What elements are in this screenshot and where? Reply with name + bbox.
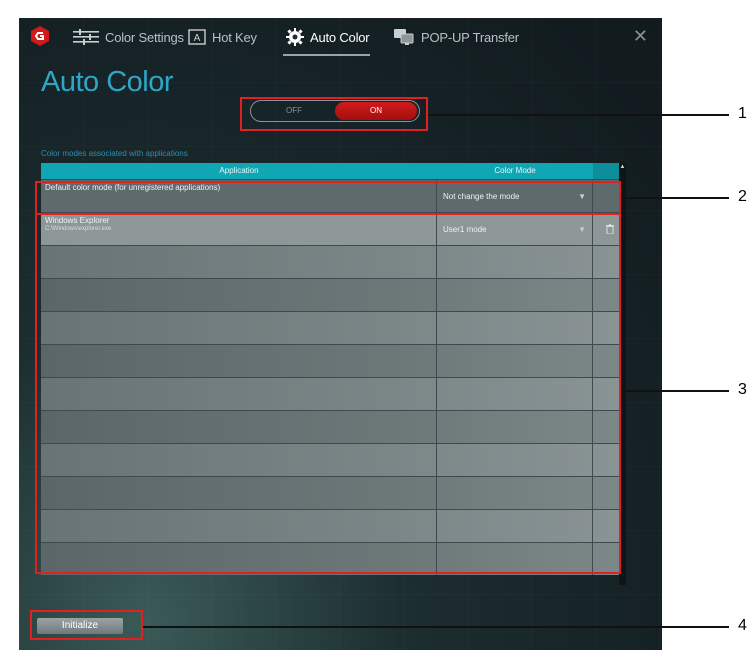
svg-text:A: A	[194, 33, 201, 44]
active-tab-indicator	[283, 54, 370, 56]
section-label: Color modes associated with applications	[41, 149, 188, 158]
brand-logo-icon	[31, 26, 49, 46]
top-nav: Color Settings A Hot Key Auto Color POP-…	[19, 18, 662, 56]
tab-label: Color Settings	[105, 29, 184, 45]
callout-number-3: 3	[738, 381, 747, 398]
callout-line-4	[143, 626, 729, 628]
monitors-icon	[394, 29, 414, 45]
callout-box-4	[30, 610, 143, 640]
tab-label: Hot Key	[212, 29, 257, 45]
callout-box-3	[35, 213, 621, 574]
keyboard-a-icon: A	[188, 29, 206, 45]
callout-number-4: 4	[738, 617, 747, 634]
tab-label: Auto Color	[310, 29, 370, 45]
gear-icon	[286, 28, 304, 46]
tab-label: POP-UP Transfer	[421, 29, 519, 45]
column-header-color-mode: Color Mode	[494, 166, 536, 175]
sliders-icon	[73, 29, 99, 45]
tab-hot-key[interactable]: A Hot Key	[188, 26, 257, 48]
table-header: Application Color Mode	[41, 163, 626, 179]
callout-line-3	[621, 390, 729, 392]
callout-line-2	[621, 197, 729, 199]
callout-number-2: 2	[738, 188, 747, 205]
callout-box-2	[35, 181, 621, 215]
column-header-application: Application	[219, 166, 259, 175]
tab-color-settings[interactable]: Color Settings	[73, 26, 184, 48]
scroll-up-icon[interactable]: ▲	[619, 163, 626, 171]
callout-line-1	[428, 114, 729, 116]
tab-auto-color[interactable]: Auto Color	[286, 26, 370, 48]
close-icon[interactable]: ✕	[633, 26, 648, 47]
tab-popup-transfer[interactable]: POP-UP Transfer	[393, 26, 519, 48]
page-title: Auto Color	[41, 66, 174, 98]
callout-box-1	[240, 97, 428, 131]
callout-number-1: 1	[738, 105, 747, 122]
